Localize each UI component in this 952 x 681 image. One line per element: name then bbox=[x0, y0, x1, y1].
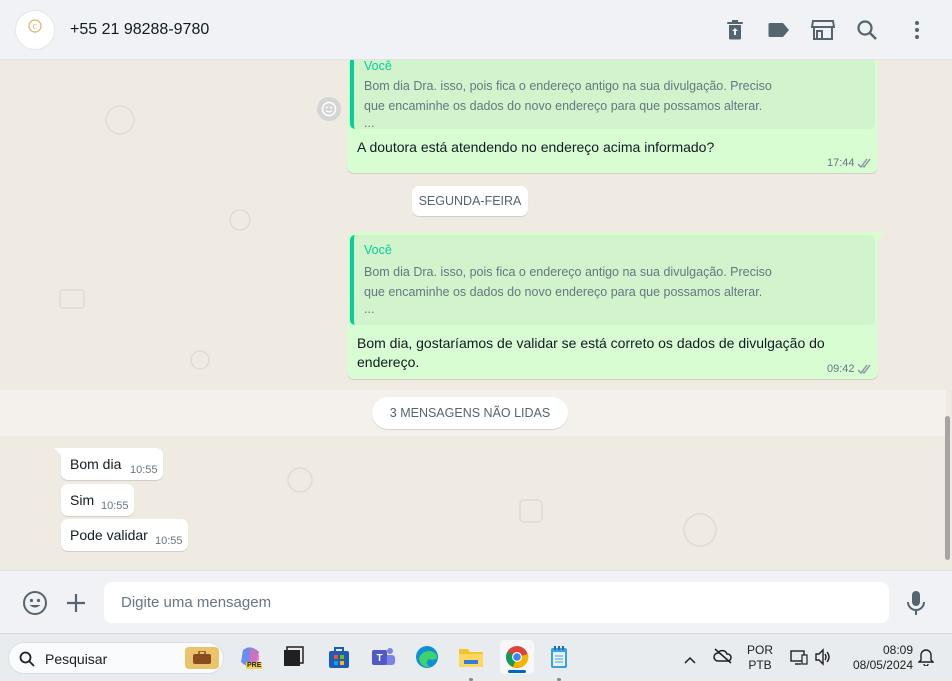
copilot-badge: PRE bbox=[246, 662, 263, 669]
keyboard-layout: PTB bbox=[748, 658, 772, 672]
quoted-message[interactable]: Você Bom dia Dra. isso, pois fica o ende… bbox=[350, 235, 875, 325]
menu-icon[interactable] bbox=[904, 17, 930, 43]
contact-name[interactable]: +55 21 98288-9780 bbox=[70, 21, 209, 39]
message-time: 09:42 bbox=[827, 363, 855, 375]
message-text: Pode validar bbox=[70, 527, 148, 543]
notepad-icon[interactable] bbox=[544, 642, 574, 681]
quote-author: Você bbox=[364, 243, 392, 257]
emoji-icon[interactable] bbox=[22, 590, 48, 621]
read-ticks-icon bbox=[857, 156, 873, 174]
quote-text: Bom dia Dra. isso, pois fica o endereço … bbox=[364, 265, 772, 279]
message-time: 10:55 bbox=[155, 535, 183, 547]
unread-messages-badge: 3 MENSAGENS NÃO LIDAS bbox=[372, 397, 568, 429]
svg-text:C: C bbox=[33, 23, 38, 31]
incoming-message[interactable]: Pode validar 10:55 bbox=[61, 519, 188, 551]
incoming-message[interactable]: Sim 10:55 bbox=[61, 484, 134, 516]
quote-text: ... bbox=[364, 116, 375, 130]
date-separator: SEGUNDA-FEIRA bbox=[412, 186, 528, 216]
bubble-tail bbox=[54, 448, 63, 457]
quote-text: ... bbox=[364, 302, 375, 316]
chrome-icon[interactable] bbox=[500, 640, 534, 674]
clock[interactable]: 08:09 08/05/2024 bbox=[845, 643, 913, 673]
briefcase-icon bbox=[185, 647, 219, 669]
search-icon bbox=[19, 651, 35, 672]
teams-icon[interactable]: T bbox=[368, 642, 398, 672]
chevron-up-icon[interactable] bbox=[684, 651, 696, 669]
message-input[interactable] bbox=[104, 582, 889, 623]
message-text: endereço. bbox=[357, 354, 420, 370]
language-code: POR bbox=[746, 643, 773, 657]
delete-icon[interactable] bbox=[722, 17, 748, 43]
windows-taskbar: Pesquisar PRE T POR PTB 08:09 08/05/2024 bbox=[0, 633, 952, 681]
notification-bell-icon[interactable] bbox=[917, 648, 935, 671]
onedrive-offline-icon[interactable] bbox=[713, 648, 733, 669]
store-app-icon[interactable] bbox=[324, 642, 354, 672]
label-icon[interactable] bbox=[766, 17, 792, 43]
microphone-icon[interactable] bbox=[906, 590, 926, 621]
message-text: Sim bbox=[70, 492, 95, 508]
quote-author: Você bbox=[364, 60, 392, 73]
taskbar-search[interactable]: Pesquisar bbox=[8, 642, 224, 674]
message-time: 17:44 bbox=[827, 157, 855, 169]
chat-scrollbar[interactable] bbox=[945, 416, 950, 560]
message-composer bbox=[0, 570, 952, 633]
edge-icon[interactable] bbox=[412, 642, 442, 672]
outgoing-message[interactable]: Você Bom dia Dra. isso, pois fica o ende… bbox=[347, 232, 885, 380]
copilot-icon[interactable]: PRE bbox=[236, 642, 266, 672]
store-icon[interactable] bbox=[810, 17, 836, 43]
chat-header: C +55 21 98288-9780 bbox=[0, 0, 952, 60]
clock-time: 08:09 bbox=[882, 643, 913, 657]
quote-text: que encaminhe os dados do novo endereço … bbox=[364, 285, 763, 299]
quote-text: Bom dia Dra. isso, pois fica o endereço … bbox=[364, 79, 772, 93]
quote-text: que encaminhe os dados do novo endereço … bbox=[364, 99, 763, 113]
search-icon[interactable] bbox=[854, 17, 880, 43]
input-language[interactable]: POR PTB bbox=[745, 643, 775, 673]
svg-text:T: T bbox=[376, 653, 382, 664]
chat-area: Você Bom dia Dra. isso, pois fica o ende… bbox=[0, 60, 952, 570]
volume-icon[interactable] bbox=[814, 648, 832, 671]
attach-plus-icon[interactable] bbox=[65, 592, 87, 619]
task-view-icon[interactable] bbox=[278, 642, 308, 672]
message-time: 10:55 bbox=[101, 500, 129, 512]
outgoing-message[interactable]: Você Bom dia Dra. isso, pois fica o ende… bbox=[347, 60, 878, 173]
read-ticks-icon bbox=[857, 362, 873, 380]
contact-logo-icon: C bbox=[28, 19, 42, 33]
quoted-message[interactable]: Você Bom dia Dra. isso, pois fica o ende… bbox=[350, 60, 875, 130]
network-icon[interactable] bbox=[790, 648, 808, 671]
message-text: Bom dia bbox=[70, 456, 122, 472]
bubble-tail bbox=[876, 232, 885, 241]
clock-date: 08/05/2024 bbox=[852, 658, 913, 672]
search-placeholder: Pesquisar bbox=[45, 651, 108, 667]
file-explorer-icon[interactable] bbox=[456, 642, 486, 681]
message-text: Bom dia, gostaríamos de validar se está … bbox=[357, 335, 825, 351]
emoji-reaction-icon[interactable] bbox=[317, 97, 341, 121]
message-time: 10:55 bbox=[130, 464, 158, 476]
message-text: A doutora está atendendo no endereço aci… bbox=[357, 139, 715, 155]
incoming-message[interactable]: Bom dia 10:55 bbox=[54, 448, 163, 480]
contact-avatar[interactable]: C bbox=[15, 10, 55, 50]
